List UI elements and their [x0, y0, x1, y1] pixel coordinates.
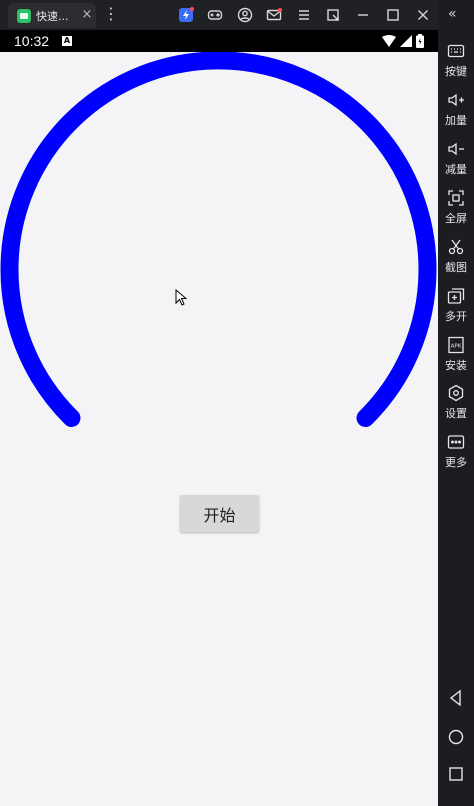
- sidebar-item-volume-up[interactable]: 加量: [438, 91, 474, 135]
- wifi-icon: [382, 35, 396, 47]
- tab-menu-icon[interactable]: ⋮: [103, 5, 119, 25]
- more-icon: [447, 435, 465, 449]
- restore-window-icon[interactable]: [323, 5, 343, 25]
- mouse-cursor-icon: [175, 289, 187, 306]
- maximize-icon[interactable]: [383, 5, 403, 25]
- start-button[interactable]: 开始: [180, 495, 259, 532]
- sidebar-item-label: 设置: [445, 407, 467, 420]
- account-icon[interactable]: [235, 5, 255, 25]
- settings-icon: [448, 384, 464, 402]
- menu-icon[interactable]: [294, 5, 314, 25]
- sidebar-item-keys[interactable]: 按键: [438, 42, 474, 86]
- volume-up-icon: [448, 93, 464, 107]
- sidebar-item-label: 加量: [445, 114, 467, 127]
- emulator-sidebar: « 按键 加量 减量 全屏 截图 多开 APK 安装 设置 更多: [438, 0, 474, 806]
- fullscreen-icon: [448, 190, 464, 206]
- multi-instance-icon: [447, 288, 465, 304]
- mail-icon[interactable]: [264, 5, 284, 25]
- arc-stroke: [0, 52, 437, 427]
- sidebar-item-settings[interactable]: 设置: [438, 384, 474, 428]
- tab-title: 快速...: [36, 10, 69, 23]
- sidebar-item-label: 全屏: [445, 212, 467, 225]
- screenshot-icon: [448, 239, 464, 255]
- battery-icon: [416, 34, 424, 48]
- system-icons: [382, 34, 424, 48]
- sidebar-item-install[interactable]: APK 安装: [438, 336, 474, 380]
- sidebar-item-label: 减量: [445, 163, 467, 176]
- tab-close-icon[interactable]: ×: [80, 7, 94, 23]
- sidebar-item-multi-instance[interactable]: 多开: [438, 287, 474, 331]
- sidebar-item-label: 更多: [445, 456, 467, 469]
- sidebar-item-label: 按键: [445, 65, 467, 78]
- sidebar-item-label: 多开: [445, 310, 467, 323]
- sidebar-collapse-icon[interactable]: «: [448, 6, 457, 22]
- sidebar-item-screenshot[interactable]: 截图: [438, 238, 474, 282]
- close-icon[interactable]: [413, 5, 433, 25]
- notification-a-icon: A: [62, 36, 72, 46]
- emulator-title-bar: 快速... × ⋮: [0, 0, 474, 30]
- minimize-icon[interactable]: [353, 5, 373, 25]
- progress-arc: [0, 52, 437, 427]
- signal-icon: [400, 35, 412, 47]
- sidebar-item-fullscreen[interactable]: 全屏: [438, 189, 474, 233]
- sidebar-item-label: 安装: [445, 359, 467, 372]
- sidebar-item-label: 截图: [445, 261, 467, 274]
- svg-text:APK: APK: [451, 344, 462, 350]
- app-content: 开始: [0, 52, 438, 806]
- sidebar-item-more[interactable]: 更多: [438, 433, 474, 477]
- install-apk-icon: APK: [448, 336, 464, 354]
- app-icon: [17, 9, 31, 23]
- boost-icon[interactable]: [176, 5, 196, 25]
- app-tab[interactable]: 快速... ×: [8, 3, 96, 28]
- volume-down-icon: [448, 142, 464, 156]
- android-status-bar: 10:32 A: [0, 30, 438, 52]
- keyboard-icon: [447, 44, 465, 58]
- home-icon[interactable]: [446, 727, 466, 747]
- sidebar-item-volume-down[interactable]: 减量: [438, 140, 474, 184]
- back-icon[interactable]: [446, 688, 466, 708]
- status-clock: 10:32: [14, 33, 50, 49]
- gamepad-icon[interactable]: [205, 5, 225, 25]
- recents-icon[interactable]: [446, 764, 466, 784]
